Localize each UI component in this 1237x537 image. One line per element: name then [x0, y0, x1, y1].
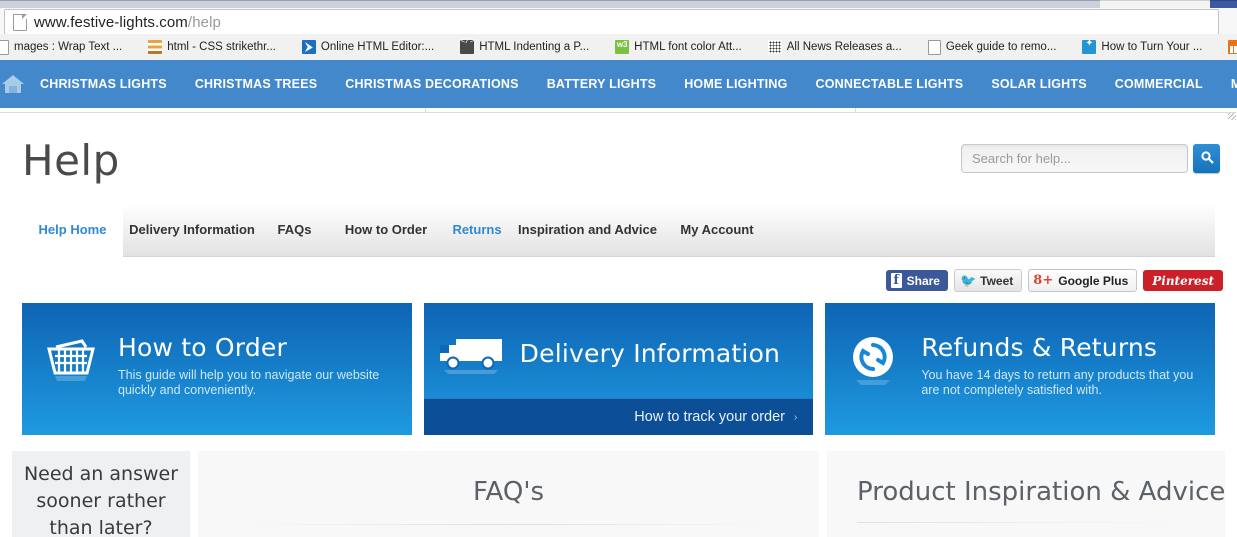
nav-item-commercial[interactable]: COMMERCIAL [1101, 60, 1217, 108]
basket-icon [22, 333, 118, 385]
orange-icon [1228, 40, 1237, 54]
inspiration-heading: Product Inspiration & Advice [857, 477, 1226, 507]
search-input[interactable] [961, 144, 1188, 173]
dots-icon [767, 40, 782, 54]
panel-need-answer[interactable]: Need an answer sooner rather than later? [12, 451, 190, 537]
search-icon [1200, 150, 1214, 167]
twitter-tweet-label: Tweet [980, 273, 1014, 288]
card-subtitle: You have 14 days to return any products … [921, 368, 1194, 397]
home-button[interactable] [0, 73, 26, 95]
tab-help-home[interactable]: Help Home [22, 204, 123, 257]
bookmark-item[interactable]: Geek guide to remo... [912, 34, 1067, 60]
bookmark-label: How to Turn Your ... [1101, 41, 1203, 53]
card-subtitle: This guide will help you to navigate our… [118, 368, 380, 397]
bookmark-item[interactable]: All News Releases a... [752, 34, 912, 60]
nav-item-christmas-trees[interactable]: CHRISTMAS TREES [181, 60, 331, 108]
bookmark-label: All News Releases a... [786, 41, 902, 53]
site-navigation-bar: CHRISTMAS LIGHTS CHRISTMAS TREES CHRISTM… [0, 60, 1237, 108]
card-delivery-information[interactable]: Delivery Information How to track your o… [423, 303, 814, 435]
address-bar[interactable]: www.festive-lights.com/help [4, 9, 1219, 35]
bookmark-label: Geek guide to remo... [945, 41, 1057, 53]
help-search [961, 144, 1220, 173]
bookmark-item[interactable]: Online HTML Editor:... [286, 34, 444, 60]
code-icon [460, 37, 475, 54]
panel-faqs[interactable]: FAQ's [198, 451, 819, 537]
divider [244, 524, 773, 525]
home-icon [0, 73, 26, 95]
divider [857, 522, 1195, 523]
pinterest-label: Pinterest [1152, 273, 1214, 288]
card-title: Refunds & Returns [921, 333, 1158, 362]
tab-returns[interactable]: Returns [444, 204, 510, 256]
page-document-icon [13, 13, 27, 31]
pinterest-button[interactable]: Pinterest [1143, 270, 1223, 291]
faq-heading: FAQ's [472, 477, 545, 507]
card-footer-label: How to track your order [634, 409, 785, 425]
stackoverflow-icon [148, 40, 163, 54]
document-icon [927, 39, 941, 55]
bookmarks-bar[interactable]: mages : Wrap Text ... html - CSS striket… [0, 34, 1237, 61]
bookmark-label: HTML Indenting a P... [479, 41, 590, 53]
page-title: Help [22, 136, 120, 185]
bookmark-item[interactable]: How to Turn Your ... [1066, 34, 1212, 60]
bookmark-item[interactable]: HTML font color Att... [599, 34, 752, 60]
help-bottom-sections: Need an answer sooner rather than later?… [12, 451, 1225, 537]
tab-my-account[interactable]: My Account [665, 204, 769, 256]
bookmark-item[interactable]: HTML Indenting a P... [444, 34, 599, 60]
need-answer-text: Need an answer sooner rather than later? [23, 463, 179, 537]
bookmark-item[interactable]: mages : Wrap Text ... [0, 34, 132, 60]
nav-item-solar-lights[interactable]: SOLAR LIGHTS [977, 60, 1100, 108]
google-plus-label: Google Plus [1058, 273, 1129, 288]
bookmark-label: HTML font color Att... [634, 41, 742, 53]
google-plus-icon: 8+ [1033, 273, 1054, 288]
chevron-right-icon: › [794, 411, 798, 423]
bookmark-label: mages : Wrap Text ... [14, 41, 123, 53]
browser-tab-strip[interactable] [0, 0, 1237, 9]
search-button[interactable] [1193, 144, 1220, 173]
tab-delivery-information[interactable]: Delivery Information [123, 204, 261, 256]
nav-item-battery-lights[interactable]: BATTERY LIGHTS [533, 60, 671, 108]
facebook-share-button[interactable]: f Share [885, 270, 948, 291]
w3schools-icon [615, 40, 630, 54]
google-plus-button[interactable]: 8+ Google Plus [1028, 269, 1138, 292]
twitter-icon: 🐦 [959, 272, 977, 288]
browser-toolbar: www.festive-lights.com/help [0, 8, 1237, 35]
nav-item-christmas-decorations[interactable]: CHRISTMAS DECORATIONS [331, 60, 532, 108]
panel-product-inspiration[interactable]: Product Inspiration & Advice [827, 451, 1225, 537]
page-content: Help Help Home Delivery Information FAQs… [0, 112, 1237, 537]
address-bar-text: www.festive-lights.com/help [34, 13, 221, 31]
card-footer-link[interactable]: How to track your order › [423, 398, 814, 435]
facebook-share-label: Share [906, 273, 940, 288]
card-refunds-returns[interactable]: Refunds & Returns You have 14 days to re… [825, 303, 1216, 435]
nav-item-more[interactable]: MORE [1217, 60, 1237, 108]
help-feature-cards: How to Order This guide will help you to… [22, 303, 1216, 435]
cyan-icon [1082, 38, 1097, 54]
nav-item-christmas-lights[interactable]: CHRISTMAS LIGHTS [26, 60, 181, 108]
tab-faqs[interactable]: FAQs [261, 204, 328, 256]
nav-item-connectable-lights[interactable]: CONNECTABLE LIGHTS [802, 60, 978, 108]
blue-swirl-icon [301, 40, 316, 54]
browser-window: www.festive-lights.com/help mages : Wrap… [0, 0, 1237, 537]
truck-icon [424, 331, 520, 375]
bookmark-label: html - CSS strikethr... [167, 41, 276, 53]
tab-how-to-order[interactable]: How to Order [328, 204, 444, 256]
bookmark-item[interactable]: Untitled [1212, 34, 1237, 60]
facebook-icon: f [890, 273, 902, 288]
refresh-circle-icon [825, 333, 921, 387]
bookmark-label: Online HTML Editor:... [320, 41, 435, 53]
document-icon [0, 39, 9, 55]
twitter-tweet-button[interactable]: 🐦 Tweet [953, 269, 1023, 292]
nav-item-home-lighting[interactable]: HOME LIGHTING [670, 60, 801, 108]
social-share-bar: f Share 🐦 Tweet 8+ Google Plus Pinterest [885, 269, 1223, 292]
tab-inspiration-and-advice[interactable]: Inspiration and Advice [510, 204, 665, 256]
card-how-to-order[interactable]: How to Order This guide will help you to… [22, 303, 412, 435]
card-title: Delivery Information [519, 338, 781, 368]
bookmark-item[interactable]: html - CSS strikethr... [132, 34, 286, 60]
card-title: How to Order [118, 333, 287, 362]
help-tab-bar: Help Home Delivery Information FAQs How … [22, 204, 1215, 257]
